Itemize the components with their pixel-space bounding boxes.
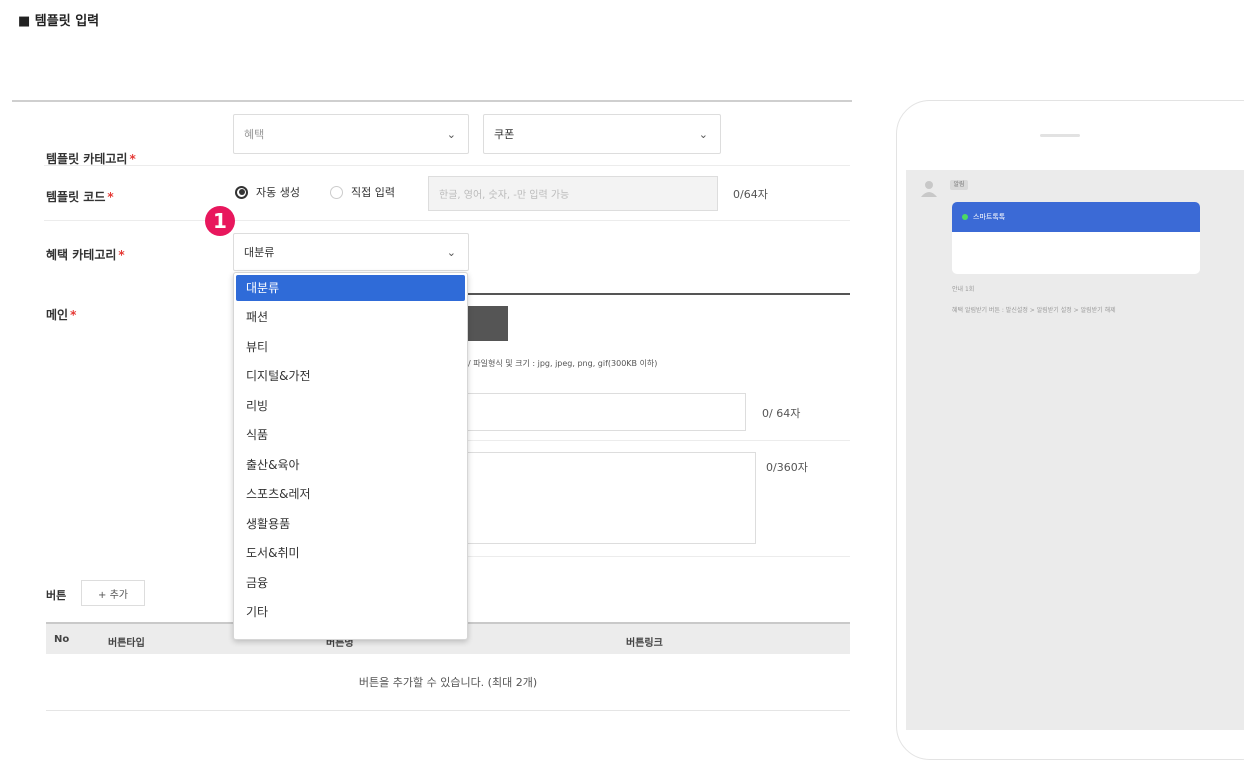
dropdown-option[interactable]: 대분류 [236,275,465,301]
dropdown-option[interactable]: 리빙 [234,392,467,422]
label-text: 혜택 카테고리 [46,248,117,262]
body-textarea[interactable] [468,452,756,544]
required-mark: * [70,308,77,322]
row-divider [468,440,850,441]
row-divider [44,165,850,166]
chevron-down-icon: ⌄ [446,245,456,259]
preview-note-1: 안내 1회 [952,286,975,293]
option-label: 자동 생성 [256,186,300,199]
title-input[interactable] [468,393,746,431]
add-button[interactable]: + 추가 [81,580,145,606]
body-counter: 0/360자 [766,461,808,474]
row-divider [44,220,850,221]
radio-selected-icon[interactable] [235,185,248,199]
required-mark: * [107,190,114,204]
select-value: 쿠폰 [494,128,515,141]
benefit-category-select[interactable]: 대분류 ⌄ [233,233,469,271]
required-mark: * [118,248,125,262]
chevron-down-icon: ⌄ [446,127,456,141]
radio-unselected-icon[interactable] [330,185,343,199]
section-divider [12,100,852,102]
section-divider-dark [468,293,850,295]
title-counter: 0/ 64자 [762,407,801,420]
option-label: 직접 입력 [351,186,395,199]
dropdown-option[interactable]: 출산&육아 [234,451,467,481]
code-counter: 0/64자 [733,188,768,201]
bubble-title: 스마트톡톡 [973,213,1006,221]
dropdown-option[interactable]: 생활용품 [234,510,467,540]
dropdown-option[interactable]: 식품 [234,421,467,451]
dropdown-option[interactable]: 기타 [234,598,467,628]
select-value: 혜택 [244,128,265,141]
column-header: 버튼타입 [108,638,145,649]
label-text: 메인 [46,308,69,322]
category-select-1[interactable]: 혜택 ⌄ [233,114,469,154]
preview-note-2: 혜택 알림받기 버튼 : 발신설정 > 알림받기 설정 > 알림받기 해제 [952,307,1116,314]
chevron-down-icon: ⌄ [698,127,708,141]
dropdown-option[interactable]: 금융 [234,569,467,599]
label-text: 템플릿 카테고리 [46,152,128,166]
code-auto-option[interactable]: 자동 생성 [235,184,300,200]
main-image-label: 메인 * [46,306,76,323]
benefit-category-dropdown[interactable]: 대분류 패션 뷰티 디지털&가전 리빙 식품 출산&육아 스포츠&레저 생활용품… [233,272,468,640]
user-avatar-icon [921,181,937,197]
buttons-table-empty: 버튼을 추가할 수 있습니다. (최대 2개) [46,654,850,711]
code-input[interactable]: 한글, 영어, 숫자, -만 입력 가능 [428,176,718,211]
input-placeholder: 한글, 영어, 숫자, -만 입력 가능 [439,190,570,201]
dropdown-option[interactable]: 도서&취미 [234,539,467,569]
template-code-label: 템플릿 코드 * [46,188,114,205]
dropdown-option[interactable]: 디지털&가전 [234,362,467,392]
message-bubble-body [952,232,1200,274]
buttons-label: 버튼 [46,589,67,602]
phone-speaker [1040,134,1080,137]
dropdown-option[interactable]: 뷰티 [234,333,467,363]
image-format-hint: / 파일형식 및 크기 : jpg, jpeg, png, gif(300KB … [468,359,658,368]
image-upload-button[interactable] [468,306,508,341]
category-select-2[interactable]: 쿠폰 ⌄ [483,114,721,154]
benefit-category-label: 혜택 카테고리 * [46,246,125,263]
label-text: 템플릿 코드 [46,190,106,204]
dropdown-option[interactable]: 스포츠&레저 [234,480,467,510]
row-divider [468,556,850,557]
section-title: ■ 템플릿 입력 [18,14,100,29]
required-mark: * [129,152,136,166]
message-bubble-header: 스마트톡톡 [952,202,1200,232]
status-dot-icon [962,214,968,220]
dropdown-option[interactable]: 패션 [234,303,467,333]
step-badge: 1 [205,206,235,236]
column-header: 버튼링크 [626,638,663,649]
sender-name: 알림 [950,180,968,190]
select-value: 대분류 [244,246,275,259]
column-header: No [54,634,70,645]
code-manual-option[interactable]: 직접 입력 [330,184,395,200]
